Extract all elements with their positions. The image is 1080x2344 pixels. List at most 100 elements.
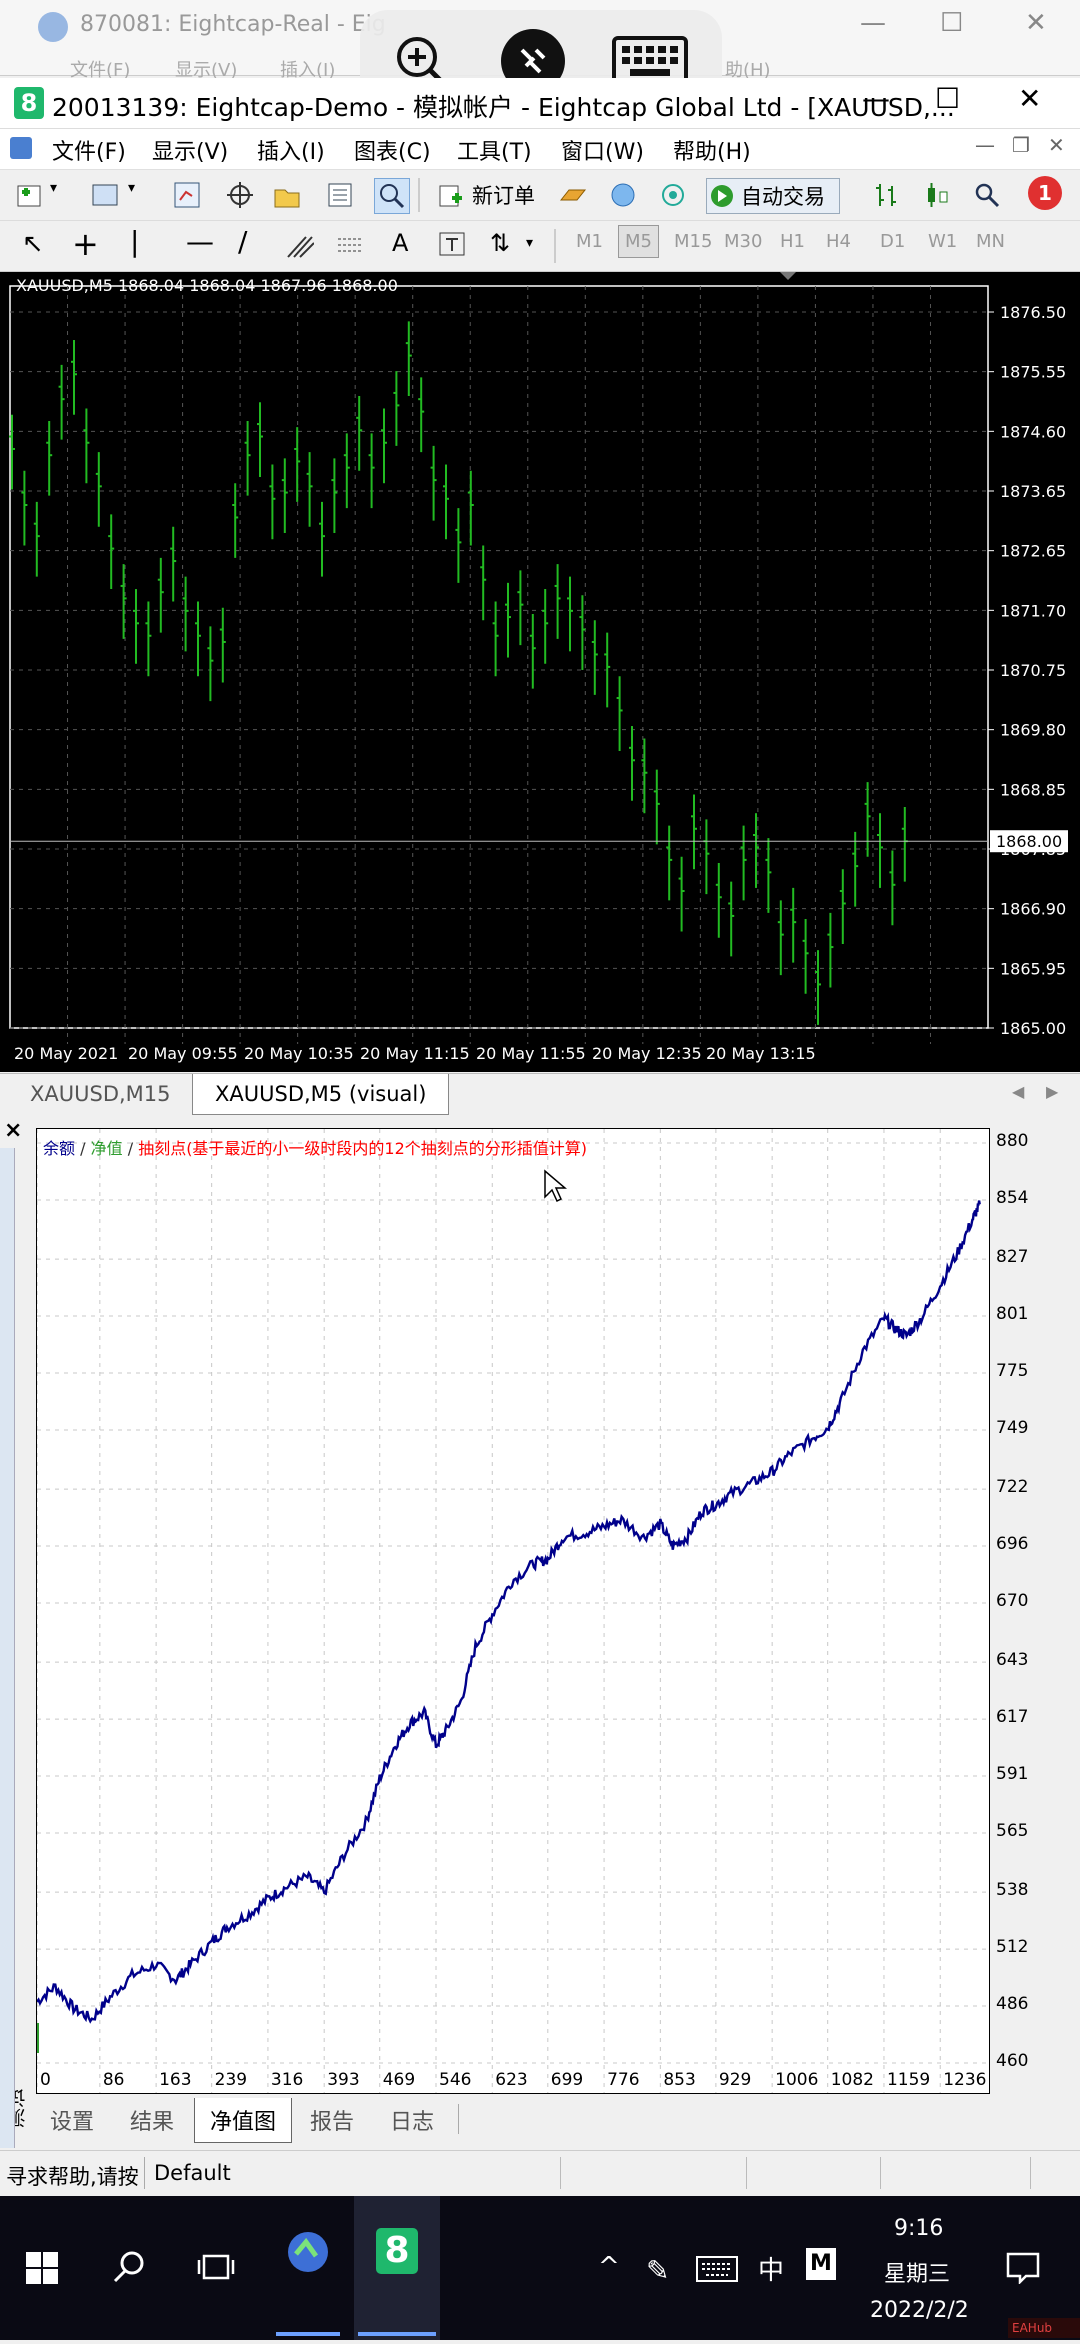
cursor-icon[interactable]: ↖ [22,229,44,259]
terminal-icon[interactable] [325,180,355,210]
profiles-icon[interactable] [90,180,120,210]
legend-balance: 余额 [43,1139,76,1158]
touch-keyboard-icon[interactable] [696,2256,738,2282]
time-axis-label: 20 May 2021 [14,1044,118,1063]
timeframe-m1[interactable]: M1 [576,231,603,252]
crosshair-tool-icon[interactable]: + [72,225,99,263]
background-window-title[interactable]: 870081: Eightcap-Real - Eig [80,12,386,37]
trendline-icon[interactable]: / [238,225,247,258]
equity-y-label: 749 [996,1417,1029,1438]
task-view-icon[interactable] [196,2252,236,2284]
signals-icon[interactable] [658,180,688,210]
menu-view[interactable]: 显示(V) [152,134,228,166]
equity-chart[interactable]: 余额 / 净值 / 抽刻点(基于最近的小一级时段内的12个抽刻点的分形插值计算) [36,1128,990,2094]
clock-time[interactable]: 9:16 [894,2216,943,2241]
vertical-line-icon[interactable]: | [130,225,139,258]
child-restore-icon[interactable]: ❐ [1012,133,1030,157]
timeframe-m15[interactable]: M15 [674,231,712,252]
price-chart[interactable]: 1876.50 1875.55 1874.60 1873.65 1872.65 1871.… [0,272,1080,1072]
price-axis-label: 1866.90 [1000,900,1066,919]
profiles-dropdown-icon[interactable]: ▾ [128,180,135,196]
new-order-button[interactable]: 新订单 [436,178,576,212]
timeframe-h1[interactable]: H1 [780,231,805,252]
bar-chart-icon[interactable] [872,180,902,210]
timeframe-h4[interactable]: H4 [826,231,851,252]
timeframe-w1[interactable]: W1 [928,231,957,252]
menu-file[interactable]: 文件(F) [52,134,126,166]
price-axis-label: 1870.75 [1000,661,1066,680]
menu-charts[interactable]: 图表(C) [354,134,431,166]
taskbar-mt4-demo[interactable]: 8 [354,2196,440,2340]
legend-ticks: 抽刻点(基于最近的小一级时段内的12个抽刻点的分形插值计算) [138,1139,588,1158]
fibonacci-icon[interactable] [336,233,364,259]
alert-badge[interactable]: 1 [1028,176,1062,210]
search-icon[interactable] [112,2250,146,2284]
tab-xauusd-m15[interactable]: XAUUSD,M15 [30,1082,171,1106]
crosshair-icon[interactable] [225,180,255,210]
notification-icon[interactable] [1006,2252,1040,2286]
maximize-icon[interactable]: ☐ [940,8,963,38]
status-divider [880,2157,881,2189]
status-divider [746,2157,747,2189]
horizontal-line-icon[interactable]: — [186,225,214,258]
candlestick-icon[interactable] [922,180,952,210]
equity-y-label: 643 [996,1650,1029,1671]
text-label-icon[interactable] [438,231,466,257]
tab-scroll-left-icon[interactable]: ◀ [1012,1082,1024,1101]
new-chart-icon[interactable] [14,180,44,210]
ime-indicator[interactable]: 中 [758,2250,784,2287]
close-icon[interactable]: ✕ [1018,82,1041,115]
status-divider [144,2157,145,2189]
show-hidden-icons-icon[interactable]: ^ [598,2252,620,2282]
equidistant-channel-icon[interactable] [286,233,315,259]
menu-insert[interactable]: 插入(I) [257,134,325,166]
strategy-tester-icon[interactable] [374,178,410,214]
clock-weekday[interactable]: 星期三 [884,2256,950,2288]
new-order-icon [439,185,462,207]
price-axis-label: 1876.50 [1000,303,1066,322]
minimize-icon[interactable]: — [862,82,890,115]
text-icon[interactable]: A [392,229,408,257]
start-icon[interactable] [26,2252,58,2284]
tab-journal[interactable]: 日志 [376,2098,448,2142]
timeframe-d1[interactable]: D1 [880,231,905,252]
equity-y-label: 460 [996,2051,1029,2071]
tester-close-icon[interactable]: × [4,1118,22,1143]
timeframe-mn[interactable]: MN [976,231,1005,252]
navigator-icon[interactable] [272,180,302,210]
menu-window[interactable]: 窗口(W) [561,134,644,166]
tab-scroll-right-icon[interactable]: ▶ [1046,1082,1058,1101]
market-watch-icon[interactable] [172,180,202,210]
equity-y-label: 512 [996,1937,1029,1958]
menu-help[interactable]: 帮助(H) [673,134,751,166]
child-minimize-icon[interactable]: — [975,133,995,157]
timeframe-m5[interactable]: M5 [618,225,659,258]
new-chart-dropdown-icon[interactable]: ▾ [50,180,57,196]
new-order-label: 新订单 [472,184,535,208]
child-close-icon[interactable]: ✕ [1048,133,1065,157]
arrows-icon[interactable]: ⇅ [490,229,510,257]
arrows-dropdown-icon[interactable]: ▾ [526,235,533,251]
pen-icon[interactable]: ✎ [646,2254,669,2287]
gold-icon[interactable] [558,180,588,210]
tab-report[interactable]: 报告 [296,2098,368,2142]
tab-equity-graph[interactable]: 净值图 [194,2098,292,2143]
clock-date[interactable]: 2022/2/2 [870,2298,969,2323]
auto-trading-button[interactable]: 自动交易 [706,178,840,214]
equity-x-label: 929 [718,2070,752,2090]
menu-tools[interactable]: 工具(T) [457,134,532,166]
tab-results[interactable]: 结果 [116,2098,188,2142]
zoom-search-icon[interactable] [972,180,1002,210]
minimize-icon[interactable]: — [860,8,886,38]
child-window-icon[interactable] [10,137,32,159]
taskbar-mt4-real[interactable] [272,2196,344,2340]
close-icon[interactable]: ✕ [1025,8,1047,38]
tab-settings[interactable]: 设置 [36,2098,108,2142]
price-axis-label: 1865.00 [1000,1019,1066,1038]
legend-equity: 净值 [90,1139,123,1158]
tab-xauusd-m5-visual[interactable]: XAUUSD,M5 (visual) [192,1074,450,1115]
maximize-icon[interactable]: ☐ [935,82,960,115]
community-icon[interactable] [608,180,638,210]
timeframe-m30[interactable]: M30 [724,231,762,252]
ime-mode[interactable]: M [806,2248,836,2280]
